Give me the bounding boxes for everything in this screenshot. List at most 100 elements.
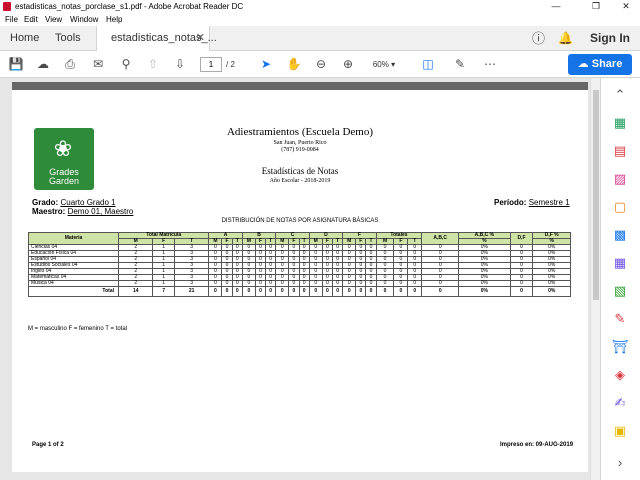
acrobat-icon[interactable]: ◈ <box>611 366 629 384</box>
help-icon[interactable]: ⓘ <box>532 26 545 51</box>
school-year: Año Escolar - 2018-2019 <box>269 178 331 184</box>
cell-total-value: 0 <box>421 286 460 297</box>
maestro-label: Maestro: <box>32 207 66 216</box>
vertical-scrollbar[interactable] <box>590 78 600 480</box>
maximize-button[interactable]: ❐ <box>584 0 608 13</box>
cell-total-value: 7 <box>152 286 175 297</box>
comment-tool-icon[interactable]: ▢ <box>611 198 629 216</box>
share-label: Share <box>591 58 623 70</box>
cell-total-value: 0% <box>532 286 571 297</box>
zoom-level: 60% <box>372 60 389 69</box>
cell-total-value: 0 <box>298 286 310 297</box>
school-phone: (787) 919-0084 <box>281 147 319 153</box>
page-label: Page 1 of 2 <box>32 442 64 448</box>
tab-tools[interactable]: Tools <box>55 26 81 51</box>
table-total-row: Total 14 7 21 0 0 0 0 0 0 0 0 0 0 0 0 0 0 0 0 0 0 0 0% 0 0% <box>28 286 571 297</box>
email-icon[interactable]: ✉ <box>90 56 106 72</box>
send-signature-icon[interactable]: ✍ <box>611 394 629 412</box>
menu-bar: File Edit View Window Help <box>0 13 640 26</box>
cell-total-value: 0 <box>231 286 243 297</box>
select-pointer-icon[interactable]: ➤ <box>258 56 274 72</box>
school-name: Adiestramientos (Escuela Demo) <box>226 126 373 138</box>
page-down-icon[interactable]: ⇩ <box>172 56 188 72</box>
cell-total-value: 0 <box>275 286 290 297</box>
tab-document[interactable]: estadisticas_notas_... ✕ <box>96 26 217 52</box>
combine-files-icon[interactable]: ▩ <box>611 226 629 244</box>
chevron-down-icon: ▾ <box>391 60 396 69</box>
cell-total-value: 14 <box>117 286 154 297</box>
export-pdf-icon[interactable]: ▦ <box>611 114 629 132</box>
scrollbar-thumb[interactable] <box>593 90 599 300</box>
sign-in-link[interactable]: Sign In <box>590 26 630 51</box>
cell-total-value: 0 <box>375 286 395 297</box>
cell-total-value: 0 <box>509 286 534 297</box>
zoom-out-icon[interactable]: ⊖ <box>313 56 329 72</box>
header-materia: Materia <box>28 232 119 245</box>
fill-sign-icon[interactable]: ✎ <box>611 310 629 328</box>
periodo-value: Semestre 1 <box>528 198 570 207</box>
maestro-value: Demo 01, Maestro <box>67 207 134 216</box>
save-icon[interactable]: 💾 <box>8 56 24 72</box>
title-bar: estadisticas_notas_porclase_s1.pdf - Ado… <box>0 0 640 13</box>
scan-icon[interactable]: ▧ <box>611 282 629 300</box>
report-title: Estadísticas de Notas <box>261 166 339 176</box>
search-icon[interactable]: ⚲ <box>118 56 134 72</box>
bell-icon[interactable]: 🔔 <box>558 26 573 51</box>
collapse-panel-icon[interactable]: ⌃ <box>611 86 629 104</box>
share-icon: ☁ <box>577 58 589 70</box>
cell-total-value: 0 <box>254 286 267 297</box>
upload-icon[interactable]: ☁ <box>35 56 51 72</box>
document-viewer[interactable]: ❀ Grades Garden Adiestramientos (Escuela… <box>0 78 600 480</box>
cell-total-value: 0 <box>288 286 300 297</box>
header-df: D,F <box>509 232 534 245</box>
acrobat-window: estadisticas_notas_porclase_s1.pdf - Ado… <box>0 0 640 480</box>
cell-total-value: 0 <box>355 286 367 297</box>
printed-date: Impreso en: 09-AUG-2019 <box>500 442 574 448</box>
zoom-in-icon[interactable]: ⊕ <box>340 56 356 72</box>
print-icon[interactable]: ⎙ <box>62 56 78 72</box>
create-pdf-icon[interactable]: ▤ <box>611 142 629 160</box>
maestro-line: Maestro: Demo 01, Maestro <box>32 207 133 216</box>
cell-total-value: 0 <box>393 286 409 297</box>
cell-total-value: 0 <box>321 286 333 297</box>
share-button[interactable]: ☁ Share <box>568 54 632 75</box>
header-abc: A,B,C <box>421 232 460 245</box>
minimize-button[interactable]: — <box>544 0 568 13</box>
tab-home[interactable]: Home <box>10 26 39 51</box>
zoom-level-select[interactable]: 60% ▾ <box>366 57 402 72</box>
cell-total-value: 0 <box>241 286 256 297</box>
menu-view[interactable]: View <box>45 13 62 26</box>
menu-edit[interactable]: Edit <box>24 13 38 26</box>
expand-panel-icon[interactable]: › <box>611 454 629 472</box>
cell-total-value: 0 <box>208 286 223 297</box>
tab-close-icon[interactable]: ✕ <box>196 26 205 51</box>
tools-side-panel: ⌃ ▦ ▤ ▨ ▢ ▩ ▦ ▧ ✎ ⛩ ◈ ✍ ▣ › <box>600 78 640 480</box>
fit-page-icon[interactable]: ◫ <box>420 56 436 72</box>
close-button[interactable]: ✕ <box>614 0 638 13</box>
window-title: estadisticas_notas_porclase_s1.pdf - Ado… <box>15 2 244 11</box>
page-number-input[interactable]: 1 <box>200 57 222 72</box>
menu-window[interactable]: Window <box>70 13 98 26</box>
hand-tool-icon[interactable]: ✋ <box>286 56 302 72</box>
cell-total-value: 0 <box>407 286 423 297</box>
tab-bar: Home Tools estadisticas_notas_... ✕ ⓘ 🔔 … <box>0 26 640 52</box>
grado-line: Grado: Cuarto Grado 1 <box>32 198 116 207</box>
cell-total-value: 0 <box>221 286 233 297</box>
more-tools-panel-icon[interactable]: ▣ <box>611 422 629 440</box>
cell-total-value: 0 <box>265 286 277 297</box>
protect-icon[interactable]: ⛩ <box>611 338 629 356</box>
menu-help[interactable]: Help <box>106 13 122 26</box>
cell-total-value: 0 <box>342 286 357 297</box>
cell-total-value: 0% <box>458 286 511 297</box>
edit-pdf-icon[interactable]: ▨ <box>611 170 629 188</box>
grado-value: Cuarto Grado 1 <box>60 198 116 207</box>
menu-file[interactable]: File <box>5 13 18 26</box>
cell-total-value: 21 <box>173 286 210 297</box>
comment-icon[interactable]: ✎ <box>452 56 468 72</box>
toolbar: 💾 ☁ ⎙ ✉ ⚲ ⇧ ⇩ 1 / 2 ➤ ✋ ⊖ ⊕ 60% ▾ ◫ ✎ ⋯ … <box>0 51 640 78</box>
table-body: Ciencias 04 2 1 3 0 0 0 0 0 0 0 0 0 0 0 0 0 0 0 0 0 0 0 0% 0 0% Ed… <box>28 244 571 297</box>
table-subtitle: DISTRIBUCIÓN DE NOTAS POR ASIGNATURA BÁS… <box>221 218 379 224</box>
page-up-icon[interactable]: ⇧ <box>145 56 161 72</box>
organize-pages-icon[interactable]: ▦ <box>611 254 629 272</box>
more-tools-icon[interactable]: ⋯ <box>482 56 498 72</box>
